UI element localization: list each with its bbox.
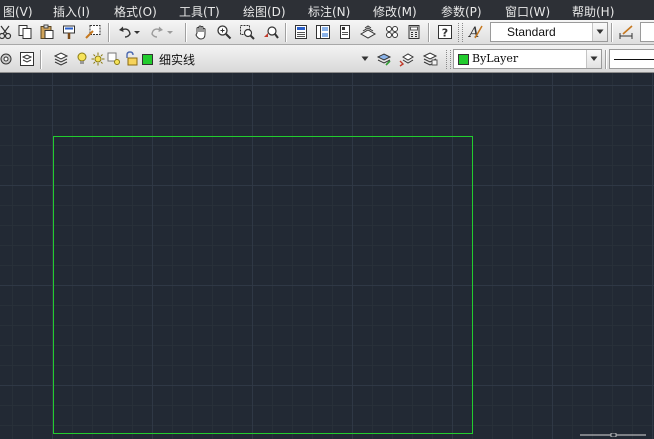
match-properties-icon[interactable]: [61, 23, 79, 41]
toolbar-separator: [40, 50, 42, 69]
layer-isolate-icon[interactable]: [421, 50, 439, 68]
lightbulb-icon[interactable]: [76, 50, 88, 68]
standard-toolbar: ? A Standard: [0, 20, 654, 45]
copy-icon[interactable]: [16, 23, 34, 41]
pan-hand-icon[interactable]: [192, 23, 210, 41]
unlock-icon[interactable]: [124, 50, 138, 68]
text-style-icon[interactable]: A: [466, 23, 484, 41]
menu-help[interactable]: 帮助(H): [572, 3, 614, 20]
zoom-window-icon[interactable]: [238, 23, 256, 41]
menu-bar: 图(V) 插入(I) 格式(O) 工具(T) 绘图(D) 标注(N) 修改(M)…: [0, 0, 654, 20]
layer-manager-icon[interactable]: [52, 50, 70, 68]
toolbar-grip[interactable]: [458, 23, 463, 42]
menu-modify[interactable]: 修改(M): [373, 3, 417, 20]
drawn-rectangle[interactable]: [53, 136, 473, 434]
undo-dropdown-icon[interactable]: [132, 23, 142, 41]
toolbar-separator: [185, 23, 187, 42]
design-center-icon[interactable]: [314, 23, 332, 41]
menu-parameter[interactable]: 参数(P): [441, 3, 482, 20]
layer-properties-icon[interactable]: [0, 50, 15, 68]
tool-palettes-icon[interactable]: [336, 23, 354, 41]
color-combo[interactable]: ByLayer: [453, 49, 602, 69]
make-layer-current-icon[interactable]: [375, 50, 393, 68]
linetype-sample: [614, 59, 654, 60]
markup-set-manager-icon[interactable]: [383, 23, 401, 41]
block-editor-icon[interactable]: [84, 23, 102, 41]
scale-bar: [580, 433, 646, 437]
menu-draw[interactable]: 绘图(D): [243, 3, 286, 20]
chevron-down-icon: [592, 23, 607, 41]
menu-dimension[interactable]: 标注(N): [308, 3, 350, 20]
chevron-down-icon: [358, 49, 372, 69]
toolbar-separator: [611, 23, 613, 42]
redo-icon[interactable]: [148, 23, 166, 41]
quickcalc-icon[interactable]: [405, 23, 423, 41]
sun-thaw-icon[interactable]: [91, 50, 105, 68]
toolbar-separator: [428, 23, 430, 42]
toolbar-separator: [605, 50, 607, 69]
layer-state-icon[interactable]: [18, 50, 36, 68]
text-style-value: Standard: [507, 25, 556, 39]
zoom-previous-icon[interactable]: [262, 23, 280, 41]
color-swatch: [458, 54, 469, 65]
toolbar-grip[interactable]: [446, 50, 451, 69]
toolbar-separator: [285, 23, 287, 42]
zoom-realtime-icon[interactable]: [215, 23, 233, 41]
color-combo-value: ByLayer: [472, 52, 519, 65]
paste-icon[interactable]: [38, 23, 56, 41]
layers-toolbar: 细实线 ByLayer: [0, 45, 654, 73]
dimension-style-icon[interactable]: [617, 23, 635, 41]
help-icon[interactable]: ?: [436, 23, 454, 41]
properties-icon[interactable]: [292, 23, 310, 41]
drawing-canvas[interactable]: [0, 73, 654, 439]
redo-dropdown-icon[interactable]: [165, 23, 175, 41]
svg-text:A: A: [467, 25, 479, 40]
dimension-style-combo[interactable]: [640, 22, 654, 42]
cut-icon[interactable]: [0, 23, 14, 41]
svg-text:?: ?: [442, 27, 448, 40]
sheet-set-manager-icon[interactable]: [359, 23, 377, 41]
layer-combo[interactable]: 细实线: [140, 49, 372, 69]
viewport-freeze-icon[interactable]: [107, 50, 121, 68]
menu-insert[interactable]: 插入(I): [53, 3, 90, 20]
linetype-combo[interactable]: [609, 49, 654, 69]
menu-view[interactable]: 图(V): [3, 3, 33, 20]
menu-tools[interactable]: 工具(T): [179, 3, 220, 20]
menu-format[interactable]: 格式(O): [114, 3, 157, 20]
menu-window[interactable]: 窗口(W): [505, 3, 550, 20]
layer-combo-value: 细实线: [159, 53, 196, 67]
layer-previous-icon[interactable]: [398, 50, 416, 68]
text-style-combo[interactable]: Standard: [490, 22, 608, 42]
toolbar-separator: [108, 23, 110, 42]
chevron-down-icon: [586, 50, 601, 68]
